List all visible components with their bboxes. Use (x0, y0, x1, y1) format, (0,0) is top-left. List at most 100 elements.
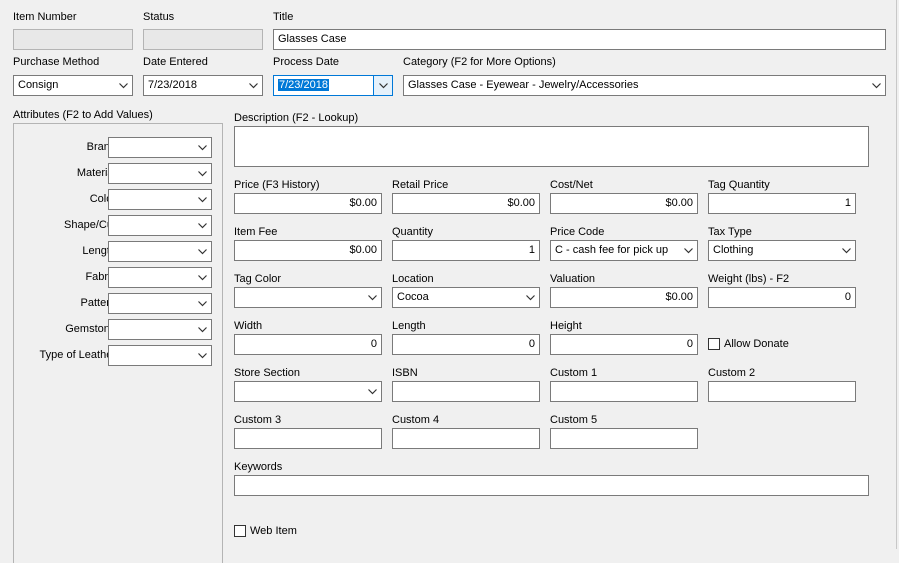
date-entered-value: 7/23/2018 (148, 79, 197, 91)
length-label: Length (392, 320, 426, 332)
status-field[interactable] (143, 29, 263, 50)
date-entered-picker[interactable]: 7/23/2018 (143, 75, 263, 96)
description-field[interactable] (234, 126, 869, 167)
location-select[interactable]: Cocoa (392, 287, 540, 308)
retail-price-field[interactable]: $0.00 (392, 193, 540, 214)
attribute-label: Brand (86, 141, 116, 153)
process-date-value: 7/23/2018 (278, 79, 329, 91)
tax-type-label: Tax Type (708, 226, 752, 238)
purchase-method-label: Purchase Method (13, 56, 100, 68)
attribute-label: Type of Leather (39, 349, 116, 361)
purchase-method-select[interactable]: Consign (13, 75, 133, 96)
tag-color-select[interactable] (234, 287, 382, 308)
chevron-down-icon[interactable] (193, 164, 211, 183)
title-label: Title (273, 11, 294, 23)
custom4-field[interactable] (392, 428, 540, 449)
price-code-value: C - cash fee for pick up (555, 244, 669, 256)
chevron-down-icon[interactable] (679, 241, 697, 260)
price-code-select[interactable]: C - cash fee for pick up (550, 240, 698, 261)
isbn-field[interactable] (392, 381, 540, 402)
chevron-down-icon[interactable] (837, 241, 855, 260)
chevron-down-icon[interactable] (363, 382, 381, 401)
chevron-down-icon[interactable] (193, 346, 211, 365)
chevron-down-icon[interactable] (193, 242, 211, 261)
price-label: Price (F3 History) (234, 179, 320, 191)
weight-field[interactable]: 0 (708, 287, 856, 308)
attribute-select[interactable] (108, 189, 212, 210)
attributes-label: Attributes (F2 to Add Values) (13, 109, 153, 121)
quantity-field[interactable]: 1 (392, 240, 540, 261)
attribute-select[interactable] (108, 267, 212, 288)
custom1-label: Custom 1 (550, 367, 598, 379)
item-fee-label: Item Fee (234, 226, 278, 238)
web-item-label[interactable]: Web Item (250, 525, 297, 537)
attribute-select[interactable] (108, 319, 212, 340)
attribute-select[interactable] (108, 293, 212, 314)
attribute-select[interactable] (108, 241, 212, 262)
custom3-label: Custom 3 (234, 414, 282, 426)
category-select[interactable]: Glasses Case - Eyewear - Jewelry/Accesso… (403, 75, 886, 96)
price-field[interactable]: $0.00 (234, 193, 382, 214)
width-label: Width (234, 320, 263, 332)
chevron-down-icon[interactable] (193, 320, 211, 339)
custom2-label: Custom 2 (708, 367, 756, 379)
chevron-down-icon[interactable] (373, 76, 392, 95)
store-section-select[interactable] (234, 381, 382, 402)
keywords-label: Keywords (234, 461, 283, 473)
web-item-checkbox[interactable] (234, 525, 246, 537)
tax-type-value: Clothing (713, 244, 754, 256)
status-label: Status (143, 11, 175, 23)
retail-price-label: Retail Price (392, 179, 449, 191)
tag-color-label: Tag Color (234, 273, 282, 285)
chevron-down-icon[interactable] (193, 294, 211, 313)
attribute-select[interactable] (108, 137, 212, 158)
custom5-label: Custom 5 (550, 414, 598, 426)
chevron-down-icon[interactable] (193, 138, 211, 157)
chevron-down-icon[interactable] (363, 288, 381, 307)
attribute-label: Pattern (80, 297, 116, 309)
cost-net-field[interactable]: $0.00 (550, 193, 698, 214)
chevron-down-icon[interactable] (867, 76, 885, 95)
allow-donate-label[interactable]: Allow Donate (724, 338, 789, 350)
attribute-select[interactable] (108, 345, 212, 366)
attribute-label: Shape/Cut (64, 219, 116, 231)
length-field[interactable]: 0 (392, 334, 540, 355)
tag-quantity-label: Tag Quantity (708, 179, 770, 191)
chevron-down-icon[interactable] (521, 288, 539, 307)
height-label: Height (550, 320, 582, 332)
custom5-field[interactable] (550, 428, 698, 449)
item-number-label: Item Number (13, 11, 77, 23)
height-field[interactable]: 0 (550, 334, 698, 355)
item-number-field[interactable] (13, 29, 133, 50)
item-fee-field[interactable]: $0.00 (234, 240, 382, 261)
store-section-label: Store Section (234, 367, 301, 379)
custom3-field[interactable] (234, 428, 382, 449)
chevron-down-icon[interactable] (193, 190, 211, 209)
chevron-down-icon[interactable] (114, 76, 132, 95)
isbn-label: ISBN (392, 367, 418, 379)
custom1-field[interactable] (550, 381, 698, 402)
attribute-label: Fabric (85, 271, 116, 283)
valuation-field[interactable]: $0.00 (550, 287, 698, 308)
title-field[interactable]: Glasses Case (273, 29, 886, 50)
custom4-label: Custom 4 (392, 414, 440, 426)
chevron-down-icon[interactable] (193, 216, 211, 235)
weight-label: Weight (lbs) - F2 (708, 273, 790, 285)
keywords-field[interactable] (234, 475, 869, 496)
description-label: Description (F2 - Lookup) (234, 112, 359, 124)
chevron-down-icon[interactable] (193, 268, 211, 287)
attribute-select[interactable] (108, 215, 212, 236)
attribute-label: Material (76, 167, 116, 179)
width-field[interactable]: 0 (234, 334, 382, 355)
process-date-picker[interactable]: 7/23/2018 (273, 75, 393, 96)
category-value: Glasses Case - Eyewear - Jewelry/Accesso… (408, 79, 639, 91)
attribute-label: Gemstone (65, 323, 116, 335)
attribute-label: Color (89, 193, 116, 205)
attribute-select[interactable] (108, 163, 212, 184)
quantity-label: Quantity (392, 226, 433, 238)
tax-type-select[interactable]: Clothing (708, 240, 856, 261)
allow-donate-checkbox[interactable] (708, 338, 720, 350)
chevron-down-icon[interactable] (244, 76, 262, 95)
tag-quantity-field[interactable]: 1 (708, 193, 856, 214)
custom2-field[interactable] (708, 381, 856, 402)
